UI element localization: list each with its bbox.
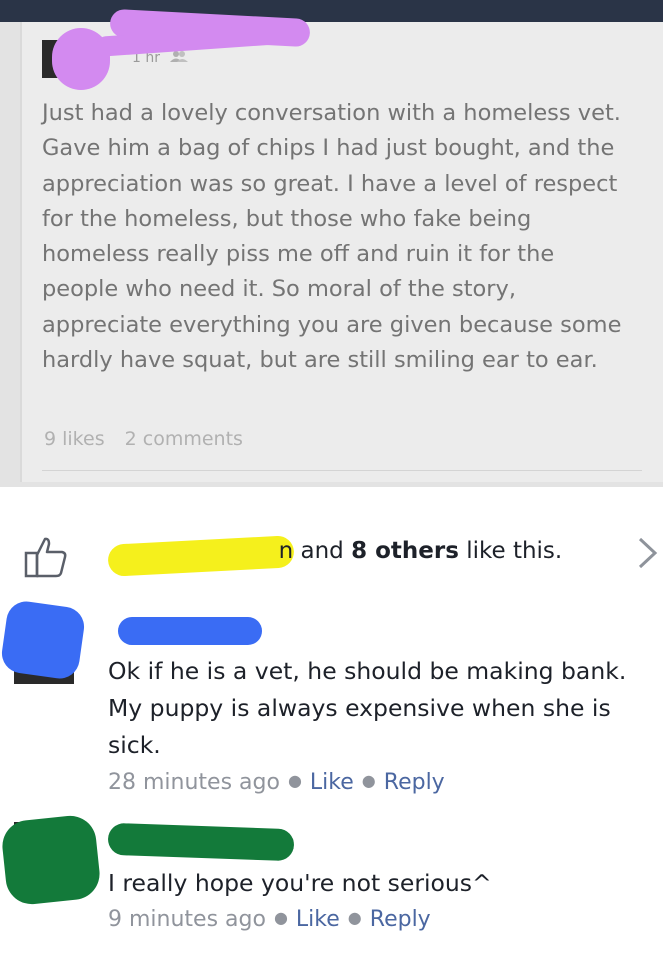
privacy-icon: [170, 51, 189, 62]
comment-like-link[interactable]: Like: [296, 907, 340, 932]
redaction-scribble: [107, 822, 295, 862]
comment-text: I really hope you're not serious^: [108, 869, 492, 897]
likes-row[interactable]: Priscilla Johnson and 8 others like this…: [0, 530, 663, 580]
post-body: Just had a lovely conversation with a ho…: [42, 100, 622, 374]
chevron-right-icon[interactable]: [636, 536, 660, 570]
comment-meta: 9 minutes ago ● Like ● Reply: [108, 907, 431, 932]
thumbs-up-icon: [24, 537, 67, 578]
post-stats[interactable]: 9 likes 2 comments: [44, 428, 257, 450]
comment-like-link[interactable]: Like: [310, 770, 354, 795]
separator-dot: ●: [347, 908, 362, 927]
separator-dot: ●: [287, 771, 302, 790]
separator-dot: ●: [273, 908, 288, 927]
comment-reply-link[interactable]: Reply: [370, 907, 431, 932]
comment-meta: 28 minutes ago ● Like ● Reply: [108, 770, 445, 795]
post-divider: [42, 470, 642, 471]
comment-reply-link[interactable]: Reply: [384, 770, 445, 795]
redaction-scribble: [118, 617, 262, 645]
redaction-scribble: [0, 598, 87, 682]
comment-time[interactable]: 9 minutes ago: [108, 907, 266, 932]
post-panel: 1 hr Just had a lovely conversation with…: [0, 0, 663, 487]
comment-text: Ok if he is a vet, he should be making b…: [108, 657, 627, 759]
post-comment-count[interactable]: 2 comments: [125, 428, 243, 450]
likes-others: 8 others: [351, 538, 459, 564]
redaction-scribble: [0, 813, 103, 907]
post-like-count[interactable]: 9 likes: [44, 428, 105, 450]
likes-summary[interactable]: Priscilla Johnson and 8 others like this…: [108, 538, 563, 564]
top-bar: [0, 0, 663, 22]
comment-time[interactable]: 28 minutes ago: [108, 770, 280, 795]
commenter-name[interactable]: [108, 618, 116, 643]
separator-dot: ●: [361, 771, 376, 790]
